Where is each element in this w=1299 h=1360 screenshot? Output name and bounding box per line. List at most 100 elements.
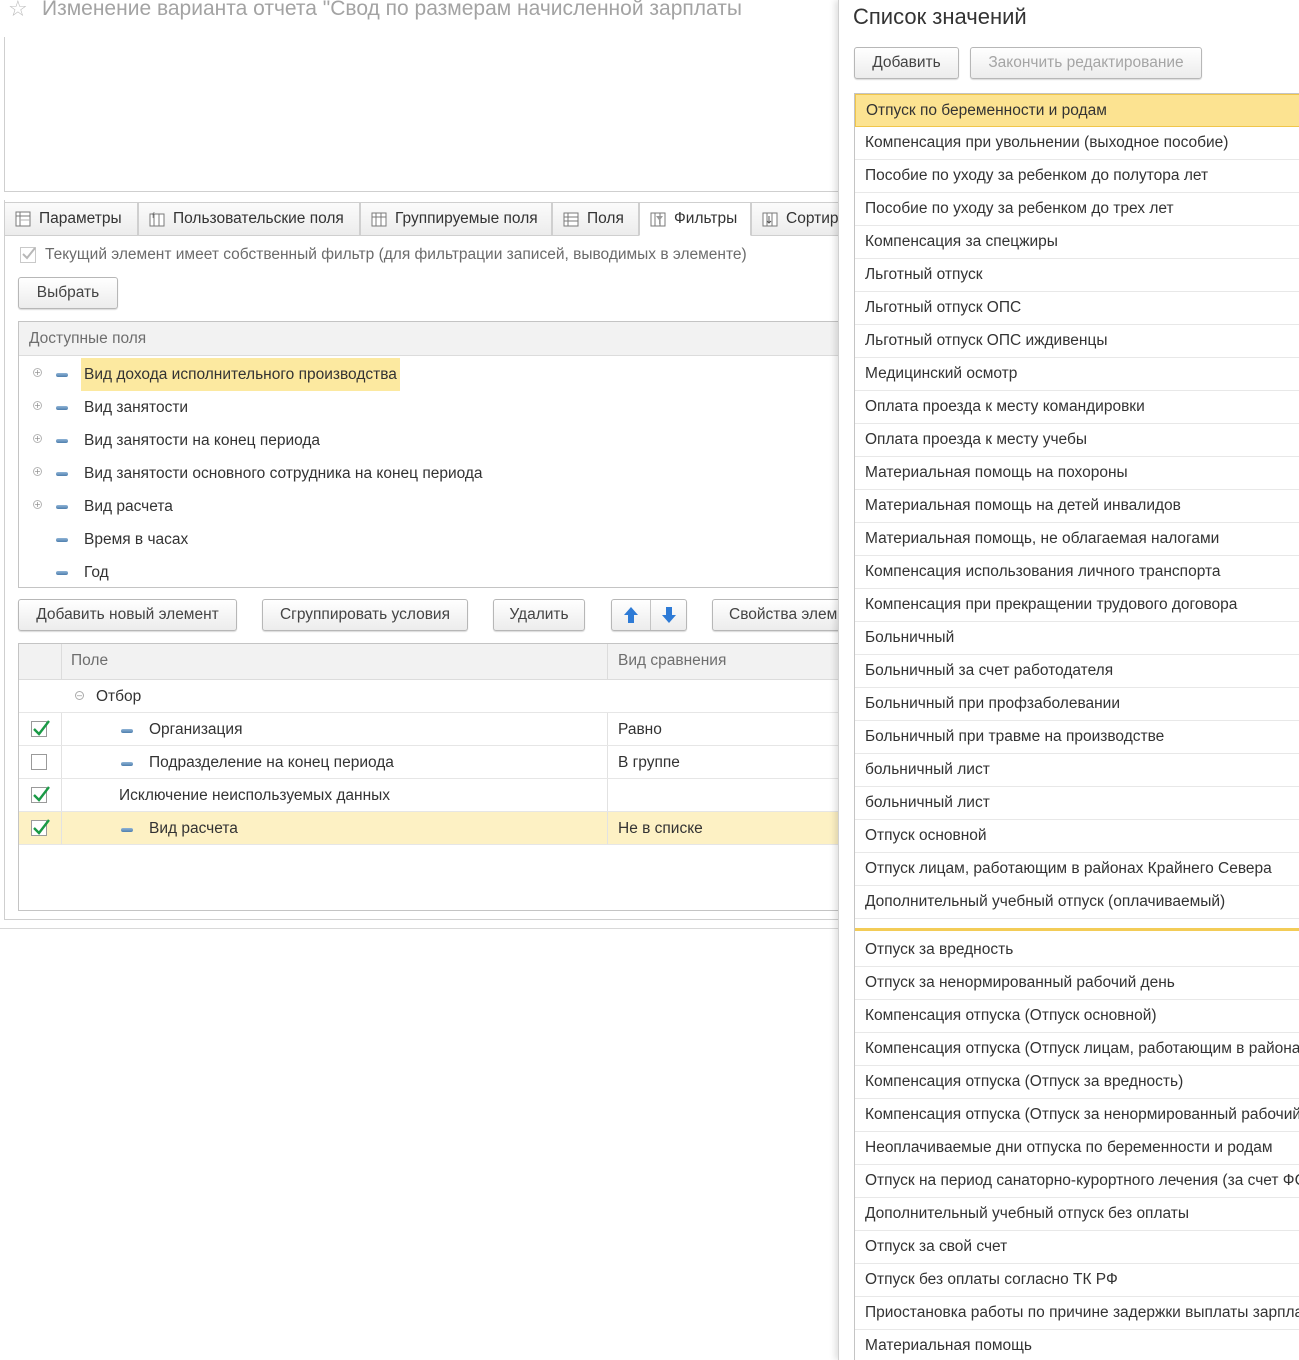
list-item[interactable]: Отпуск основной	[855, 820, 1299, 853]
list-item[interactable]: Больничный за счет работодателя	[855, 655, 1299, 688]
add-value-button[interactable]: Добавить	[854, 47, 959, 79]
tree-item[interactable]: Время в часах	[19, 523, 838, 556]
add-new-element-button[interactable]: Добавить новый элемент	[18, 599, 237, 631]
grouping-fields-icon	[371, 211, 387, 227]
row-checkbox[interactable]	[31, 819, 50, 836]
list-item[interactable]: Компенсация за спецжиры	[855, 226, 1299, 259]
list-item[interactable]: Больничный при профзаболевании	[855, 688, 1299, 721]
tree-item[interactable]: + Вид занятости	[19, 391, 838, 424]
list-item[interactable]: Компенсация при увольнении (выходное пос…	[855, 127, 1299, 160]
tree-item-label: Год	[84, 564, 109, 581]
element-properties-button[interactable]: Свойства элем	[712, 599, 838, 631]
window-title: Изменение варианта отчета "Свод по разме…	[42, 0, 742, 20]
row-checkbox[interactable]	[31, 754, 47, 770]
field-icon	[56, 406, 68, 410]
available-fields-title: Доступные поля	[29, 330, 147, 347]
list-item[interactable]: Медицинский осмотр	[855, 358, 1299, 391]
finish-editing-button[interactable]: Закончить редактирование	[970, 47, 1202, 79]
table-row[interactable]: Исключение неиспользуемых данных	[19, 779, 838, 812]
field-icon	[56, 538, 68, 542]
expand-icon[interactable]: +	[33, 500, 42, 509]
expand-icon[interactable]: +	[33, 401, 42, 410]
list-item[interactable]: Компенсация отпуска (Отпуск основной)	[855, 1000, 1299, 1033]
expand-icon[interactable]: +	[33, 467, 42, 476]
tree-item[interactable]: + Вид занятости на конец периода	[19, 424, 838, 457]
row-comparison[interactable]: В группе	[618, 746, 680, 779]
list-item[interactable]: Компенсация при прекращении трудового до…	[855, 589, 1299, 622]
tab-grouping-fields[interactable]: Группируемые поля	[360, 202, 552, 236]
list-item[interactable]: Материальная помощь	[855, 1330, 1299, 1360]
list-item[interactable]: Дополнительный учебный отпуск (оплачивае…	[855, 886, 1299, 919]
table-row[interactable]: Организация Равно	[19, 713, 838, 746]
list-item-selected[interactable]: Отпуск по беременности и родам	[855, 94, 1299, 127]
list-item[interactable]: Материальная помощь на похороны	[855, 457, 1299, 490]
expand-icon[interactable]: +	[33, 368, 42, 377]
list-item[interactable]: Отпуск за вредность	[855, 934, 1299, 967]
list-item[interactable]: Отпуск за ненормированный рабочий день	[855, 967, 1299, 1000]
table-row[interactable]: Подразделение на конец периода В группе	[19, 746, 838, 779]
tab-label: Фильтры	[674, 210, 738, 227]
list-item[interactable]: Дополнительный учебный отпуск без оплаты	[855, 1198, 1299, 1231]
tree-item[interactable]: + Вид занятости основного сотрудника на …	[19, 457, 838, 490]
own-filter-label: Текущий элемент имеет собственный фильтр…	[45, 246, 747, 263]
grid-group-row[interactable]: – Отбор	[19, 680, 838, 713]
list-separator	[855, 928, 1299, 931]
favorite-star-icon[interactable]: ☆	[8, 0, 28, 22]
list-item[interactable]: Компенсация использования личного трансп…	[855, 556, 1299, 589]
list-item[interactable]: Отпуск без оплаты согласно ТК РФ	[855, 1264, 1299, 1297]
list-item[interactable]: больничный лист	[855, 754, 1299, 787]
list-item[interactable]: Компенсация отпуска (Отпуск лицам, работ…	[855, 1033, 1299, 1066]
list-item[interactable]: Льготный отпуск ОПС иждивенцы	[855, 325, 1299, 358]
tab-parameters[interactable]: Параметры	[4, 202, 138, 236]
row-comparison[interactable]: Не в списке	[618, 812, 703, 845]
tab-filters[interactable]: Фильтры	[639, 202, 751, 236]
tree-item-label: Вид расчета	[84, 498, 173, 515]
tree-item[interactable]: + Вид дохода исполнительного производств…	[19, 358, 838, 391]
list-item[interactable]: Оплата проезда к месту командировки	[855, 391, 1299, 424]
list-item[interactable]: Больничный при травме на производстве	[855, 721, 1299, 754]
row-comparison[interactable]: Равно	[618, 713, 662, 746]
tree-item-label: Вид занятости на конец периода	[84, 432, 321, 449]
tree-item[interactable]: + Вид расчета	[19, 490, 838, 523]
tab-label: Параметры	[39, 210, 122, 227]
list-item[interactable]: Приостановка работы по причине задержки …	[855, 1297, 1299, 1330]
list-item[interactable]: Компенсация отпуска (Отпуск за ненормиро…	[855, 1099, 1299, 1132]
row-checkbox[interactable]	[31, 786, 50, 803]
tab-custom-fields[interactable]: f Пользовательские поля	[138, 202, 360, 236]
select-button[interactable]: Выбрать	[18, 277, 118, 309]
tab-fields[interactable]: Поля	[552, 202, 639, 236]
parameters-icon	[15, 211, 31, 227]
list-item[interactable]: Отпуск лицам, работающим в районах Крайн…	[855, 853, 1299, 886]
list-item[interactable]: Материальная помощь, не облагаемая налог…	[855, 523, 1299, 556]
list-item[interactable]: Льготный отпуск	[855, 259, 1299, 292]
list-item[interactable]: Пособие по уходу за ребенком до трех лет	[855, 193, 1299, 226]
grid-header-field-column[interactable]: Поле	[61, 644, 608, 679]
expand-icon[interactable]: +	[33, 434, 42, 443]
list-item[interactable]: Материальная помощь на детей инвалидов	[855, 490, 1299, 523]
report-variant-editor: ☆ Изменение варианта отчета "Свод по раз…	[0, 0, 838, 1360]
move-up-button[interactable]	[612, 600, 651, 630]
move-down-button[interactable]	[650, 600, 686, 630]
list-item[interactable]: Отпуск за свой счет	[855, 1231, 1299, 1264]
own-filter-checkbox[interactable]	[20, 247, 36, 263]
list-item[interactable]: Больничный	[855, 622, 1299, 655]
list-item[interactable]: Отпуск на период санаторно-курортного ле…	[855, 1165, 1299, 1198]
delete-button[interactable]: Удалить	[493, 599, 585, 631]
tree-item[interactable]: Год	[19, 556, 838, 589]
arrow-down-icon	[662, 607, 676, 623]
table-row-selected[interactable]: Вид расчета Не в списке	[19, 812, 838, 845]
list-item[interactable]: Льготный отпуск ОПС	[855, 292, 1299, 325]
row-checkbox[interactable]	[31, 720, 50, 737]
panel-title: Список значений	[853, 4, 1027, 29]
list-item[interactable]: Пособие по уходу за ребенком до полутора…	[855, 160, 1299, 193]
list-item[interactable]: больничный лист	[855, 787, 1299, 820]
row-field: Исключение неиспользуемых данных	[119, 787, 391, 804]
group-conditions-button[interactable]: Сгруппировать условия	[262, 599, 468, 631]
collapse-icon[interactable]: –	[75, 691, 84, 700]
list-item[interactable]: Компенсация отпуска (Отпуск за вредность…	[855, 1066, 1299, 1099]
tab-sort[interactable]: Сортир	[751, 202, 838, 236]
list-item[interactable]: Оплата проезда к месту учебы	[855, 424, 1299, 457]
column-header-comparison[interactable]: Вид сравнения	[618, 652, 726, 670]
field-icon	[56, 373, 68, 377]
list-item[interactable]: Неоплачиваемые дни отпуска по беременнос…	[855, 1132, 1299, 1165]
